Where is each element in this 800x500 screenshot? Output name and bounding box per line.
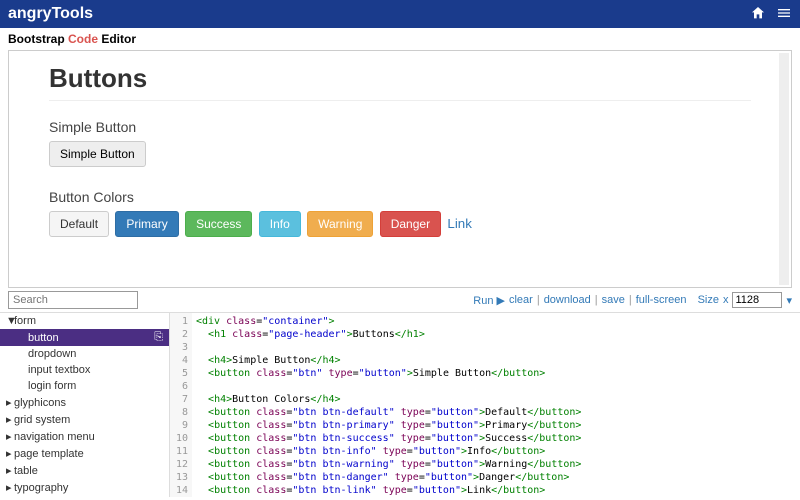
tree-item-page-template[interactable]: ▸ page template: [0, 445, 169, 462]
page-title: Bootstrap Code Editor: [0, 28, 800, 50]
default-button[interactable]: Default: [49, 211, 109, 237]
tree-item-button[interactable]: button⎘: [0, 329, 169, 346]
tree-item-form[interactable]: ▼ form: [0, 313, 169, 329]
code-editor[interactable]: 123456789101112131415161718 <div class="…: [170, 313, 800, 497]
warning-button[interactable]: Warning: [307, 211, 373, 237]
search-input[interactable]: [8, 291, 138, 309]
section-simple-heading: Simple Button: [49, 119, 751, 135]
tree-item-typography[interactable]: ▸ typography: [0, 479, 169, 496]
simple-button[interactable]: Simple Button: [49, 141, 146, 167]
link-button[interactable]: Link: [447, 216, 471, 231]
topbar: angryTools: [0, 0, 800, 28]
download-button[interactable]: download: [544, 294, 591, 306]
fullscreen-button[interactable]: full-screen: [636, 294, 687, 306]
clear-button[interactable]: clear: [509, 294, 533, 306]
save-button[interactable]: save: [602, 294, 625, 306]
tree-item-navigation-menu[interactable]: ▸ navigation menu: [0, 428, 169, 445]
primary-button[interactable]: Primary: [115, 211, 178, 237]
info-button[interactable]: Info: [259, 211, 301, 237]
home-icon[interactable]: [750, 5, 766, 24]
toolbar: Run ▶ clear| download| save| full-screen…: [0, 288, 800, 312]
tree-item-login-form[interactable]: login form: [0, 378, 169, 394]
size-input[interactable]: [732, 292, 782, 308]
tree-item-grid-system[interactable]: ▸ grid system: [0, 411, 169, 428]
component-tree[interactable]: ▼ form button⎘ dropdown input textbox lo…: [0, 313, 170, 497]
size-label: Size: [698, 294, 719, 306]
tree-item-ui-element[interactable]: ▸ ui element: [0, 496, 169, 497]
run-button[interactable]: Run ▶: [473, 294, 505, 307]
tree-item-table[interactable]: ▸ table: [0, 462, 169, 479]
tree-item-input-textbox[interactable]: input textbox: [0, 362, 169, 378]
dropdown-icon[interactable]: ▾: [786, 294, 792, 307]
size-prefix: x: [723, 294, 729, 306]
brand-logo[interactable]: angryTools: [8, 5, 93, 23]
tree-item-dropdown[interactable]: dropdown: [0, 346, 169, 362]
preview-header: Buttons: [49, 63, 751, 101]
danger-button[interactable]: Danger: [380, 211, 441, 237]
menu-icon[interactable]: [776, 5, 792, 24]
success-button[interactable]: Success: [185, 211, 252, 237]
section-colors-heading: Button Colors: [49, 189, 751, 205]
tree-item-glyphicons[interactable]: ▸ glyphicons: [0, 394, 169, 411]
preview-pane: Buttons Simple Button Simple Button Butt…: [8, 50, 792, 288]
